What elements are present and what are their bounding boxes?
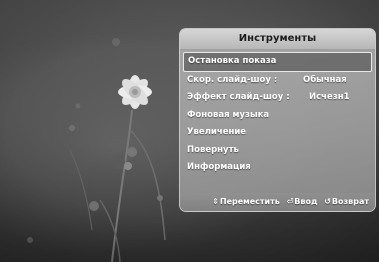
menu-items: Остановка показа Скор. слайд-шоу : Обычн… bbox=[180, 50, 375, 177]
enter-icon: ⏎ bbox=[286, 197, 294, 206]
return-icon: ↺ bbox=[324, 197, 331, 206]
menu-title: Инструменты bbox=[180, 29, 375, 50]
menu-item-rotate[interactable]: Повернуть bbox=[183, 142, 372, 160]
menu-item-label: Информация bbox=[187, 162, 251, 172]
updown-arrows-icon: ⇕ bbox=[212, 197, 219, 206]
menu-item-background-music[interactable]: Фоновая музыка bbox=[183, 107, 372, 125]
navigation-hint-bar: ⇕Переместить ⏎Ввод ↺Возврат bbox=[180, 193, 375, 211]
menu-item-label: Остановка показа bbox=[188, 56, 277, 66]
menu-item-slideshow-speed[interactable]: Скор. слайд-шоу : Обычная bbox=[183, 72, 372, 90]
enter-hint: Ввод bbox=[294, 197, 318, 206]
move-hint: Переместить bbox=[219, 197, 280, 206]
slideshow-screen: Инструменты Остановка показа Скор. слайд… bbox=[0, 0, 379, 262]
menu-item-label: Повернуть bbox=[187, 144, 239, 155]
menu-item-label: Скор. слайд-шоу : bbox=[187, 74, 278, 85]
menu-item-stop-slideshow[interactable]: Остановка показа bbox=[183, 52, 372, 72]
menu-item-zoom[interactable]: Увеличение bbox=[183, 124, 372, 142]
menu-item-label: Эффект слайд-шоу : bbox=[187, 92, 290, 102]
menu-item-value: Исчезн1 bbox=[309, 92, 350, 102]
menu-item-label: Фоновая музыка bbox=[187, 109, 270, 120]
menu-item-information[interactable]: Информация bbox=[183, 159, 372, 177]
tools-menu: Инструменты Остановка показа Скор. слайд… bbox=[179, 28, 376, 212]
menu-item-slideshow-effect[interactable]: Эффект слайд-шоу : Исчезн1 bbox=[183, 89, 372, 107]
return-hint: Возврат bbox=[331, 197, 369, 206]
menu-item-value: Обычная bbox=[303, 74, 347, 85]
menu-item-label: Увеличение bbox=[187, 127, 247, 137]
